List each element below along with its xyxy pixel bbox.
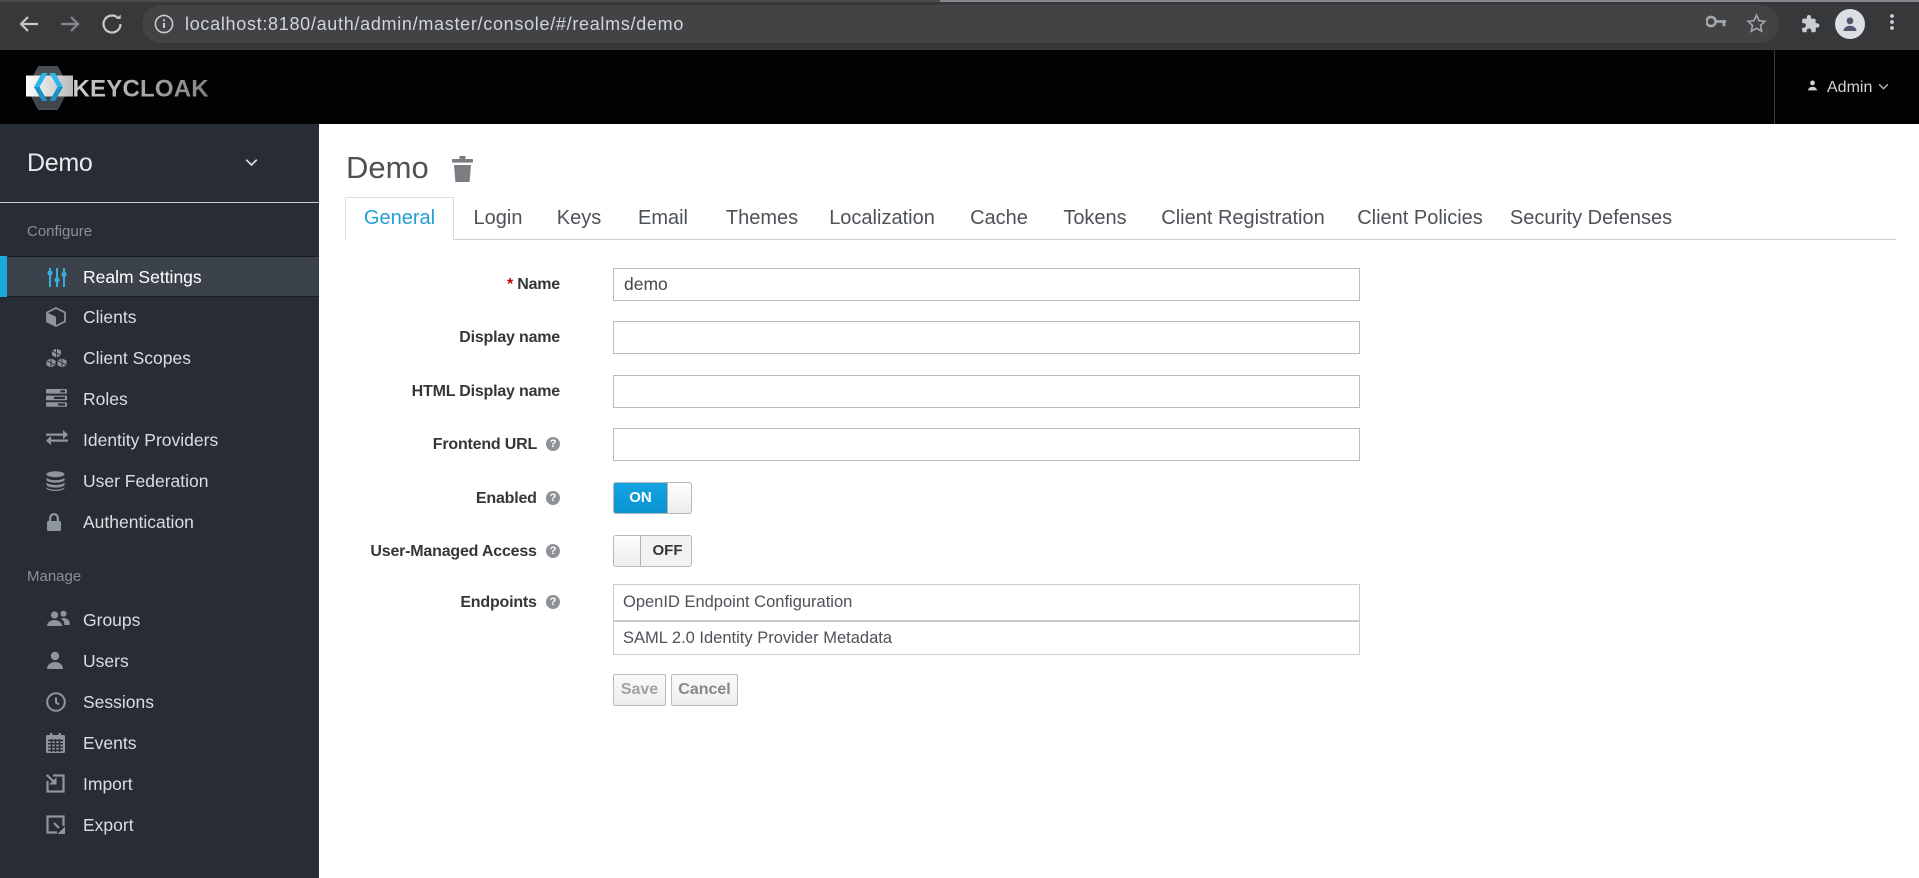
svg-text:KEYCLOAK: KEYCLOAK (73, 76, 210, 103)
